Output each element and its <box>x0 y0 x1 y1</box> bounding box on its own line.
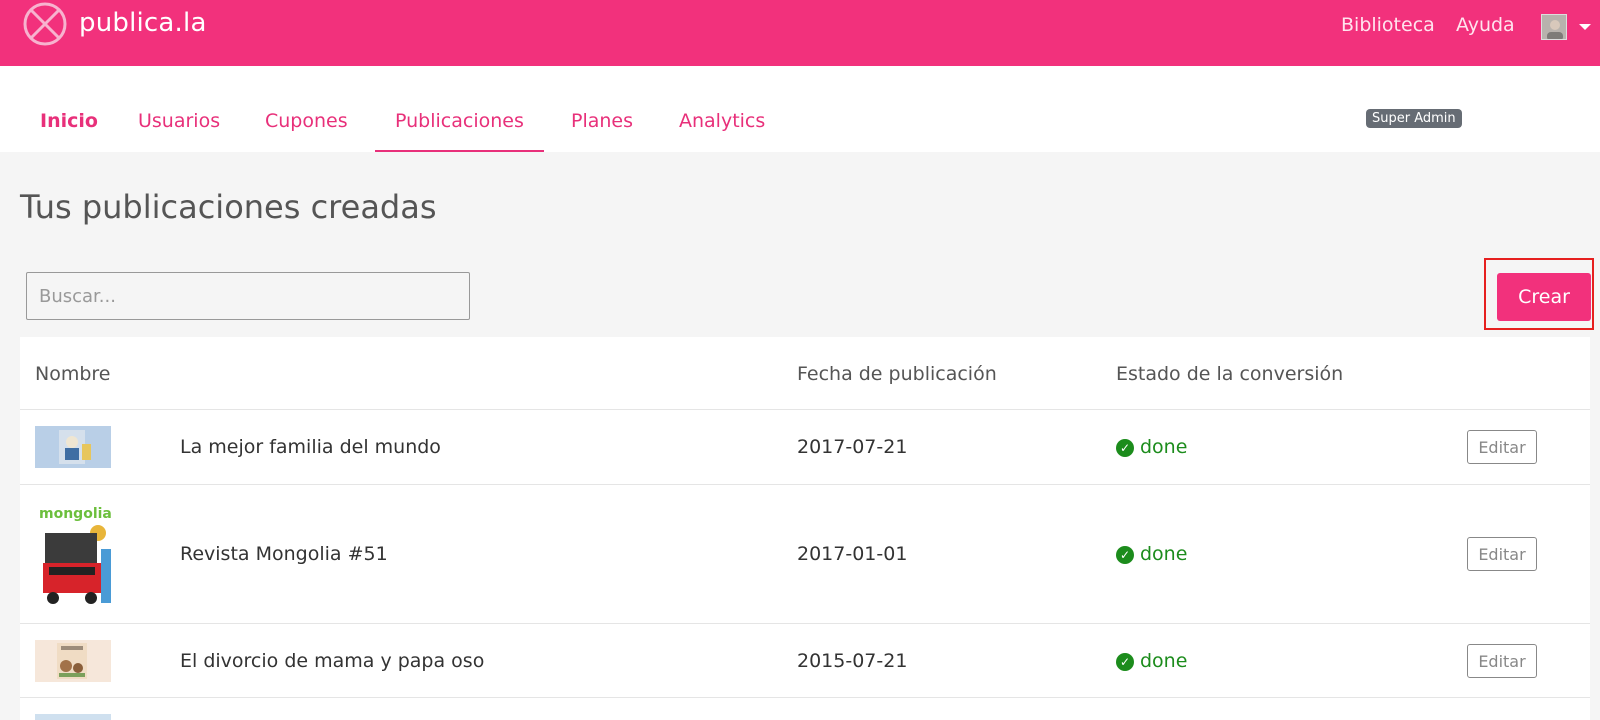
publication-thumbnail[interactable] <box>35 714 111 720</box>
brand-name[interactable]: publica.la <box>79 8 207 38</box>
publication-date: 2017-01-01 <box>797 543 908 565</box>
tab-publicaciones[interactable]: Publicaciones <box>375 110 544 152</box>
table-row: La mejor familia del mundo 2017-07-21 ✓ d… <box>20 410 1590 485</box>
conversion-status: ✓ done <box>1116 543 1187 565</box>
search-input[interactable] <box>26 272 470 320</box>
biblioteca-link[interactable]: Biblioteca <box>1341 14 1435 36</box>
publication-thumbnail[interactable] <box>35 640 111 682</box>
publication-name[interactable]: Revista Mongolia #51 <box>180 543 388 565</box>
column-header-estado: Estado de la conversión <box>1116 363 1344 385</box>
tab-usuarios[interactable]: Usuarios <box>118 110 240 152</box>
check-circle-icon: ✓ <box>1116 546 1134 564</box>
table-row: El divorcio de mama y papa oso 2015-07-2… <box>20 624 1590 698</box>
publication-thumbnail[interactable] <box>35 426 111 468</box>
table-header-row: Nombre Fecha de publicación Estado de la… <box>20 337 1590 410</box>
user-avatar[interactable] <box>1541 14 1567 40</box>
user-menu-chevron-down-icon[interactable] <box>1579 24 1591 30</box>
table-row: mongolia Revista Mongolia #51 2017-01-01… <box>20 485 1590 624</box>
create-button[interactable]: Crear <box>1497 273 1591 321</box>
publication-name[interactable]: La mejor familia del mundo <box>180 436 441 458</box>
column-header-fecha: Fecha de publicación <box>797 363 997 385</box>
tab-inicio[interactable]: Inicio <box>20 110 118 152</box>
top-header: publica.la Biblioteca Ayuda <box>0 0 1600 66</box>
edit-button[interactable]: Editar <box>1467 537 1537 571</box>
publications-table: Nombre Fecha de publicación Estado de la… <box>20 337 1590 720</box>
publication-thumbnail[interactable]: mongolia <box>35 503 111 607</box>
publication-date: 2015-07-21 <box>797 650 908 672</box>
publication-date: 2017-07-21 <box>797 436 908 458</box>
ayuda-link[interactable]: Ayuda <box>1456 14 1515 36</box>
page-title: Tus publicaciones creadas <box>20 188 437 226</box>
tab-planes[interactable]: Planes <box>551 110 653 152</box>
tab-analytics[interactable]: Analytics <box>659 110 785 152</box>
check-circle-icon: ✓ <box>1116 439 1134 457</box>
edit-button[interactable]: Editar <box>1467 644 1537 678</box>
edit-button[interactable]: Editar <box>1467 430 1537 464</box>
svg-text:mongolia: mongolia <box>39 506 111 522</box>
role-badge: Super Admin <box>1366 109 1462 128</box>
column-header-nombre: Nombre <box>35 363 111 385</box>
table-row <box>20 698 1590 720</box>
conversion-status: ✓ done <box>1116 436 1187 458</box>
publication-name[interactable]: El divorcio de mama y papa oso <box>180 650 484 672</box>
main-nav: Inicio Usuarios Cupones Publicaciones Pl… <box>0 66 1600 152</box>
check-circle-icon: ✓ <box>1116 653 1134 671</box>
publica-logo-icon[interactable] <box>22 1 68 47</box>
conversion-status: ✓ done <box>1116 650 1187 672</box>
tab-cupones[interactable]: Cupones <box>245 110 368 152</box>
